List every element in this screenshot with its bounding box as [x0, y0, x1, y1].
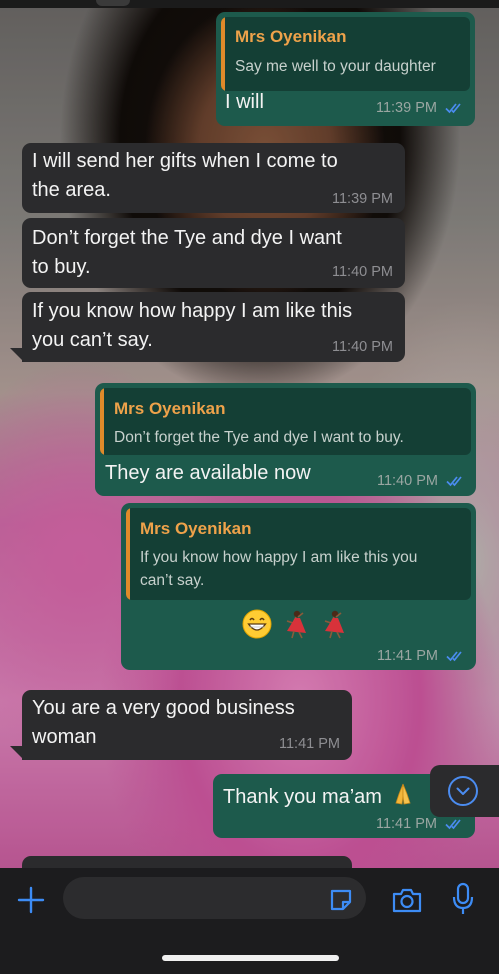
message-time: 11:41 PM [279, 736, 340, 752]
plus-icon[interactable] [16, 885, 46, 915]
message-text: They are available now [105, 462, 311, 484]
message-time: 11:39 PM [332, 191, 393, 207]
quote-author: Mrs Oyenikan [140, 519, 252, 538]
scroll-to-bottom-button[interactable] [430, 765, 499, 817]
message-text-line-2: you can’t say. [32, 329, 153, 351]
message-text-line-1: Don’t forget the Tye and dye I want [32, 227, 342, 249]
home-indicator[interactable] [162, 955, 339, 961]
quoted-message[interactable]: Mrs Oyenikan Don’t forget the Tye and dy… [100, 388, 471, 455]
message-text-line-2: the area. [32, 179, 111, 201]
message-text-line-2: to buy. [32, 256, 91, 278]
bubble-tail [10, 746, 24, 760]
quote-text-line-2: can’t say. [140, 572, 205, 589]
folded-hands-icon [395, 783, 411, 805]
message-time: 11:40 PM [377, 473, 466, 489]
message-time: 11:40 PM [332, 339, 393, 355]
message-input[interactable] [63, 877, 366, 919]
quoted-message[interactable]: Mrs Oyenikan If you know how happy I am … [126, 508, 471, 600]
message-text-line-1: You are a very good business [32, 697, 295, 719]
read-receipt-icon [446, 476, 462, 487]
grinning-face-icon [242, 609, 272, 639]
message-incoming-3[interactable]: If you know how happy I am like this you… [22, 292, 405, 362]
chevron-down-circle-icon [448, 776, 478, 806]
message-incoming-1[interactable]: I will send her gifts when I come to the… [22, 143, 405, 213]
sticker-icon[interactable] [328, 887, 354, 913]
woman-dancing-icon [286, 610, 306, 639]
status-bar-edge [0, 0, 499, 8]
quote-author: Mrs Oyenikan [235, 27, 347, 46]
message-text-line-2: woman [32, 726, 97, 748]
quote-text-line-1: If you know how happy I am like this you [140, 549, 418, 566]
message-time: 11:40 PM [332, 264, 393, 280]
message-outgoing-1[interactable]: Mrs Oyenikan Say me well to your daughte… [216, 12, 475, 126]
quote-author: Mrs Oyenikan [114, 399, 226, 418]
message-text: Thank you ma’am [223, 782, 414, 812]
message-text: I will [225, 91, 264, 113]
message-text-line-1: I will send her gifts when I come to [32, 150, 338, 172]
microphone-icon[interactable] [452, 882, 474, 916]
message-time: 11:39 PM [376, 100, 465, 116]
message-time: 11:41 PM [377, 648, 466, 664]
read-receipt-icon [445, 103, 461, 114]
message-incoming-2[interactable]: Don’t forget the Tye and dye I want to b… [22, 218, 405, 288]
message-outgoing-3[interactable]: Mrs Oyenikan If you know how happy I am … [121, 503, 476, 670]
message-outgoing-2[interactable]: Mrs Oyenikan Don’t forget the Tye and dy… [95, 383, 476, 496]
read-receipt-icon [446, 651, 462, 662]
read-receipt-icon [445, 819, 461, 830]
message-time: 11:41 PM [376, 816, 465, 832]
quote-text: Don’t forget the Tye and dye I want to b… [114, 429, 404, 446]
message-text-line-1: If you know how happy I am like this [32, 300, 353, 322]
message-incoming-4[interactable]: You are a very good business woman 11:41… [22, 690, 352, 760]
bubble-tail [10, 348, 24, 362]
quote-text: Say me well to your daughter [235, 58, 436, 75]
camera-icon[interactable] [391, 886, 423, 914]
quoted-message[interactable]: Mrs Oyenikan Say me well to your daughte… [221, 17, 470, 91]
woman-dancing-icon [324, 610, 344, 639]
